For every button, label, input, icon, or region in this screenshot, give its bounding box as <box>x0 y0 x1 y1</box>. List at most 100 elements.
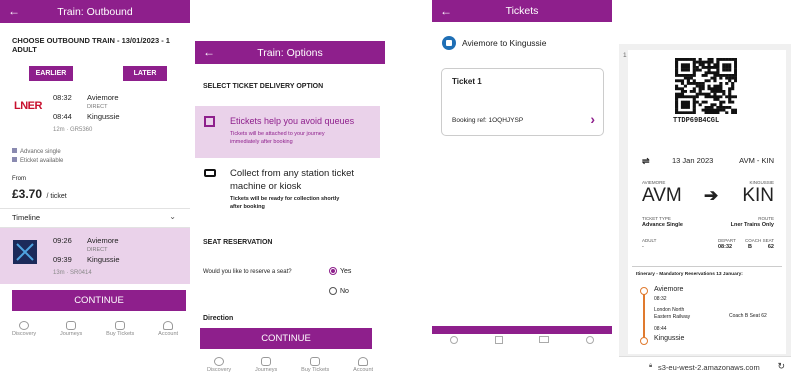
qr-module <box>716 106 720 109</box>
bottom-nav: Discovery Journeys Buy Tickets Account <box>195 357 385 373</box>
qr-module <box>683 100 688 104</box>
qr-module <box>677 79 682 83</box>
qr-module <box>734 63 737 67</box>
qr-module <box>675 71 679 75</box>
qr-module <box>710 76 714 80</box>
qr-module <box>734 71 737 75</box>
qr-module <box>675 111 679 114</box>
qr-code <box>675 58 737 114</box>
nav-journeys-icon[interactable] <box>494 336 503 344</box>
nav-account[interactable]: Account <box>353 357 373 373</box>
qr-module <box>683 103 688 107</box>
qr-module <box>701 74 705 77</box>
qr-module <box>695 66 699 69</box>
continue-button[interactable]: CONTINUE <box>200 328 372 349</box>
ticket-label: Ticket 1 <box>452 77 482 86</box>
qr-module <box>704 74 708 77</box>
qr-module <box>680 90 685 93</box>
nav-buy-tickets[interactable]: Buy Tickets <box>301 357 329 373</box>
nav-discovery[interactable]: Discovery <box>207 357 231 373</box>
qr-module <box>713 90 717 93</box>
nav-search-icon[interactable] <box>450 336 459 344</box>
qr-module <box>731 87 735 91</box>
later-button[interactable]: LATER <box>123 66 167 81</box>
qr-module <box>698 82 702 85</box>
nav-journeys[interactable]: Journeys <box>255 357 277 373</box>
qr-module <box>713 79 717 83</box>
qr-module <box>728 92 732 96</box>
qr-module <box>719 100 723 104</box>
qr-module <box>716 87 720 91</box>
qr-module <box>698 92 702 96</box>
qr-module <box>677 58 682 61</box>
ticket-card[interactable]: Ticket 1 Booking ref: 1OQHJYSP › <box>441 68 604 136</box>
qr-module <box>675 95 679 99</box>
qr-module <box>734 79 737 83</box>
qr-module <box>731 58 735 61</box>
qr-module <box>707 108 711 112</box>
qr-module <box>675 87 679 91</box>
qr-module <box>734 95 737 99</box>
continue-button[interactable]: CONTINUE <box>12 290 186 311</box>
scotrail-logo-icon <box>13 240 37 264</box>
qr-module <box>704 71 708 75</box>
nav-tickets-icon[interactable] <box>539 336 550 343</box>
qr-module <box>713 84 717 88</box>
qr-icon <box>204 116 215 127</box>
qr-module <box>680 74 685 77</box>
qr-module <box>722 74 726 77</box>
train-type: DIRECT <box>87 104 108 110</box>
reload-icon[interactable]: ↻ <box>777 361 785 372</box>
back-arrow-icon[interactable]: ← <box>440 4 452 18</box>
page-title: Train: Outbound <box>57 5 133 18</box>
timeline-toggle[interactable]: Timeline ⌄ <box>0 208 190 228</box>
qr-module <box>680 58 685 61</box>
qr-module <box>734 111 737 114</box>
back-arrow-icon[interactable]: ← <box>203 45 215 59</box>
qr-module <box>728 66 732 69</box>
stop-dot-icon <box>640 337 648 345</box>
qr-module <box>728 76 732 80</box>
nav-buy-tickets[interactable]: Buy Tickets <box>106 321 134 337</box>
nav-account-icon[interactable] <box>585 336 594 344</box>
qr-module <box>734 66 737 69</box>
qr-module <box>722 92 726 96</box>
train-option-2[interactable]: 09:26 Aviemore DIRECT 09:39 Kingussie 13… <box>0 228 190 284</box>
qr-module <box>716 74 720 77</box>
nav-discovery[interactable]: Discovery <box>12 321 36 337</box>
itinerary-stop-2: Kingussie <box>654 335 685 342</box>
qr-module <box>692 108 696 112</box>
qr-module <box>725 63 729 67</box>
qr-module <box>719 87 723 91</box>
outbound-heading: CHOOSE OUTBOUND TRAIN - 13/01/2023 - 1 A… <box>12 36 170 54</box>
ticket-date: 13 Jan 2023 <box>672 156 714 165</box>
train-option-1[interactable]: LNER 08:32 Aviemore DIRECT 08:44 Kinguss… <box>0 88 190 140</box>
qr-module <box>707 68 711 72</box>
nav-account[interactable]: Account <box>158 321 178 337</box>
earlier-button[interactable]: EARLIER <box>29 66 73 81</box>
direction-label: Direction <box>203 315 234 322</box>
nav-journeys[interactable]: Journeys <box>60 321 82 337</box>
qr-module <box>710 95 714 99</box>
ticket-code: TTDP69B4CGL <box>673 117 720 125</box>
qr-module <box>675 84 679 88</box>
search-icon <box>214 357 225 366</box>
delivery-option-eticket[interactable]: Etickets help you avoid queues Tickets w… <box>195 106 380 158</box>
qr-module <box>680 106 685 109</box>
qr-module <box>675 106 679 109</box>
qr-module <box>675 74 679 77</box>
qr-module <box>686 79 690 83</box>
qr-module <box>692 58 696 61</box>
qr-module <box>707 71 711 75</box>
qr-module <box>701 66 705 69</box>
qr-module <box>704 108 708 112</box>
browser-url-bar[interactable]: 🔒︎ s3-eu-west-2.amazonaws.com ↻ <box>619 356 791 376</box>
options-header: ← Train: Options <box>195 41 385 64</box>
url-text: s3-eu-west-2.amazonaws.com <box>658 363 760 372</box>
delivery-option-collect[interactable]: Collect from any station ticket machine … <box>195 163 380 223</box>
seat-yes-radio[interactable]: Yes <box>329 267 351 275</box>
to-station-code: KIN <box>742 185 774 206</box>
back-arrow-icon[interactable]: ← <box>8 4 20 18</box>
qr-module <box>719 106 723 109</box>
seat-no-radio[interactable]: No <box>329 287 349 295</box>
